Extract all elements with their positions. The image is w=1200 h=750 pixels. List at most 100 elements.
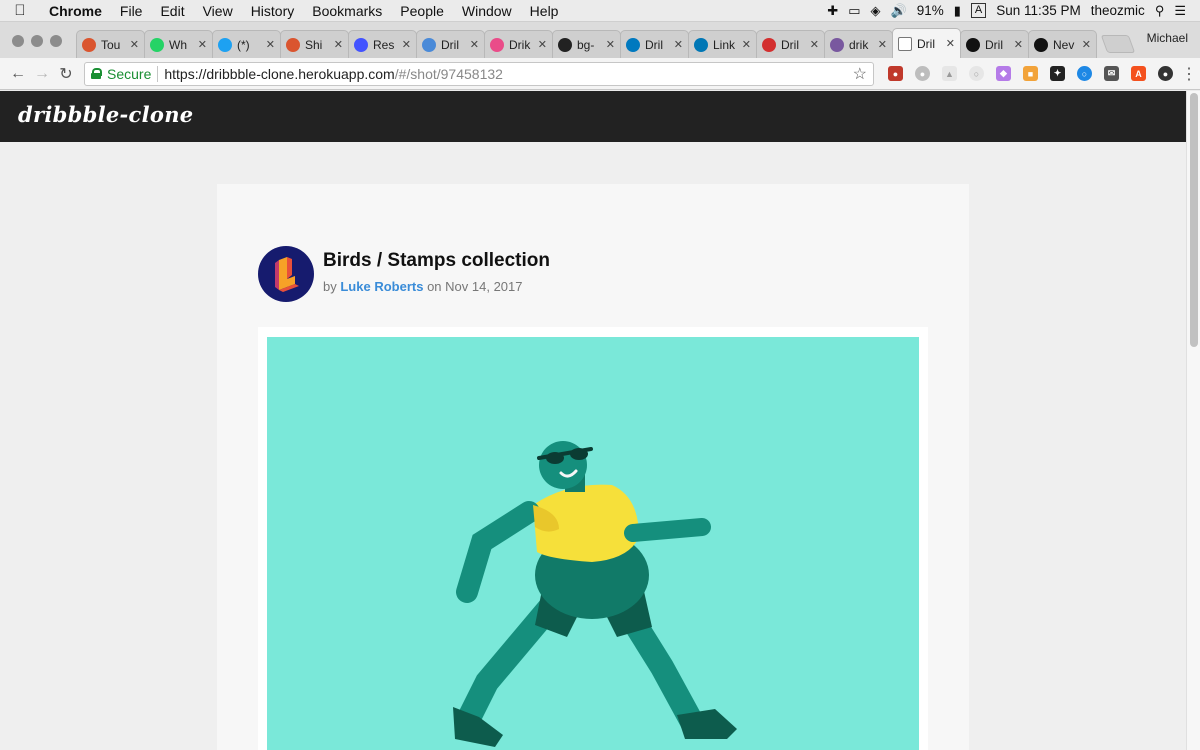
close-tab-icon[interactable]: ✕ (878, 38, 887, 51)
close-tab-icon[interactable]: ✕ (1014, 38, 1023, 51)
close-tab-icon[interactable]: ✕ (674, 38, 683, 51)
volume-icon[interactable]: 🔊 (891, 3, 907, 19)
shot-date: Nov 14, 2017 (445, 279, 523, 294)
extension-orange-icon[interactable]: ■ (1023, 66, 1038, 81)
close-tab-icon[interactable]: ✕ (810, 38, 819, 51)
menu-view[interactable]: View (194, 3, 242, 19)
notification-center-icon[interactable]: ☰ (1174, 3, 1186, 19)
shot-frame (258, 327, 928, 750)
tab-list: Tou ✕ Wh ✕ (*) ✕ Shi ✕ Res ✕ Dril ✕ Drik ✕ bg- ✕ Dril ✕ Li… (76, 28, 1097, 58)
bookmark-star-icon[interactable]: ☆ (853, 64, 867, 84)
tab-1[interactable]: Wh ✕ (144, 30, 213, 58)
tab-2[interactable]: (*) ✕ (212, 30, 281, 58)
menu-edit[interactable]: Edit (151, 3, 193, 19)
close-tab-icon[interactable]: ✕ (606, 38, 615, 51)
tab-11[interactable]: drik ✕ (824, 30, 893, 58)
tab-5[interactable]: Dril ✕ (416, 30, 485, 58)
menu-bookmarks[interactable]: Bookmarks (303, 3, 391, 19)
tab-6[interactable]: Drik ✕ (484, 30, 553, 58)
walking-man-illustration (453, 441, 737, 747)
scrollbar-thumb[interactable] (1190, 93, 1198, 347)
tab-12[interactable]: Dril ✕ (892, 28, 961, 58)
extension-tree-icon[interactable]: ▲ (942, 66, 957, 81)
close-tab-icon[interactable]: ✕ (946, 37, 955, 50)
menu-people[interactable]: People (391, 3, 453, 19)
battery-icon[interactable]: ▮ (954, 3, 961, 19)
plus-status-icon[interactable]: ✚ (827, 3, 838, 19)
tab-label: (*) (237, 37, 250, 52)
close-tab-icon[interactable]: ✕ (130, 38, 139, 51)
page-scrollbar[interactable] (1186, 91, 1200, 750)
shot-image[interactable] (267, 337, 919, 750)
chrome-menu-icon[interactable]: ⋮ (1181, 64, 1197, 84)
tab-label: Res (373, 37, 395, 52)
tab-label: drik (849, 37, 869, 52)
on-label: on (427, 279, 442, 294)
close-tab-icon[interactable]: ✕ (402, 38, 411, 51)
extension-red-icon[interactable]: ● (888, 66, 903, 81)
address-bar[interactable]: Secure https://dribbble-clone.herokuapp.… (84, 61, 874, 86)
back-arrow-icon[interactable]: ← (6, 65, 30, 83)
close-tab-icon[interactable]: ✕ (334, 38, 343, 51)
menu-file[interactable]: File (111, 3, 152, 19)
apple-menu-icon[interactable]:  (0, 2, 40, 19)
author-link[interactable]: Luke Roberts (340, 279, 423, 294)
new-tab-button[interactable] (1100, 35, 1136, 53)
menu-clock[interactable]: Sun 11:35 PM (996, 3, 1081, 18)
menu-extras: ✚ ▭ ◈ 🔊 91% ▮ A Sun 11:35 PM theozmic ⚲ … (827, 3, 1200, 19)
forward-arrow-icon[interactable]: → (30, 65, 54, 83)
shot-title: Birds / Stamps collection (323, 250, 550, 271)
url-path: /#/shot/97458132 (394, 65, 503, 82)
author-avatar[interactable] (258, 246, 314, 302)
site-logo[interactable]: dribbble-clone (18, 102, 193, 127)
close-tab-icon[interactable]: ✕ (538, 38, 547, 51)
menu-user[interactable]: theozmic (1091, 3, 1145, 18)
tab-4[interactable]: Res ✕ (348, 30, 417, 58)
tab-9[interactable]: Link ✕ (688, 30, 757, 58)
tab-3[interactable]: Shi ✕ (280, 30, 349, 58)
reload-icon[interactable]: ↻ (54, 64, 78, 84)
tab-label: Wh (169, 37, 187, 52)
extension-circle-icon[interactable]: ○ (969, 66, 984, 81)
tab-7[interactable]: bg- ✕ (552, 30, 621, 58)
tab-0[interactable]: Tou ✕ (76, 30, 145, 58)
close-tab-icon[interactable]: ✕ (1082, 38, 1091, 51)
minimize-window-button[interactable] (31, 35, 43, 47)
tab-14[interactable]: Nev ✕ (1028, 30, 1097, 58)
menu-window[interactable]: Window (453, 3, 521, 19)
extension-grey-icon[interactable]: ● (915, 66, 930, 81)
medium-icon (1034, 37, 1048, 52)
profile-button[interactable]: Michael (1147, 31, 1200, 58)
product-hunt-icon (286, 37, 300, 52)
input-source-indicator[interactable]: A (970, 3, 987, 18)
tab-10[interactable]: Dril ✕ (756, 30, 825, 58)
close-tab-icon[interactable]: ✕ (266, 38, 275, 51)
close-tab-icon[interactable]: ✕ (470, 38, 479, 51)
tab-label: Dril (985, 37, 1003, 52)
tab-8[interactable]: Dril ✕ (620, 30, 689, 58)
address-separator (157, 65, 159, 82)
extension-panda-icon[interactable]: ● (1158, 66, 1173, 81)
menu-app-name[interactable]: Chrome (40, 3, 111, 19)
close-tab-icon[interactable]: ✕ (198, 38, 207, 51)
battery-percent[interactable]: 91% (917, 3, 944, 18)
close-window-button[interactable] (12, 35, 24, 47)
tab-label: Link (713, 37, 736, 52)
wifi-icon[interactable]: ◈ (871, 3, 881, 19)
spotlight-search-icon[interactable]: ⚲ (1155, 3, 1165, 19)
extension-bird-icon[interactable]: ✦ (1050, 66, 1065, 81)
zoom-window-button[interactable] (50, 35, 62, 47)
github-icon (558, 37, 572, 52)
url-host: https://dribbble-clone.herokuapp.com (164, 65, 395, 82)
menu-help[interactable]: Help (521, 3, 568, 19)
product-hunt-icon (82, 37, 96, 52)
airplay-icon[interactable]: ▭ (848, 3, 860, 19)
tab-label: Drik (509, 37, 531, 52)
extension-translate-icon[interactable]: A (1131, 66, 1146, 81)
extension-blue-icon[interactable]: ○ (1077, 66, 1092, 81)
menu-history[interactable]: History (242, 3, 304, 19)
close-tab-icon[interactable]: ✕ (742, 38, 751, 51)
extension-purple-icon[interactable]: ◆ (996, 66, 1011, 81)
tab-13[interactable]: Dril ✕ (960, 30, 1029, 58)
extension-mail-icon[interactable]: ✉ (1104, 66, 1119, 81)
